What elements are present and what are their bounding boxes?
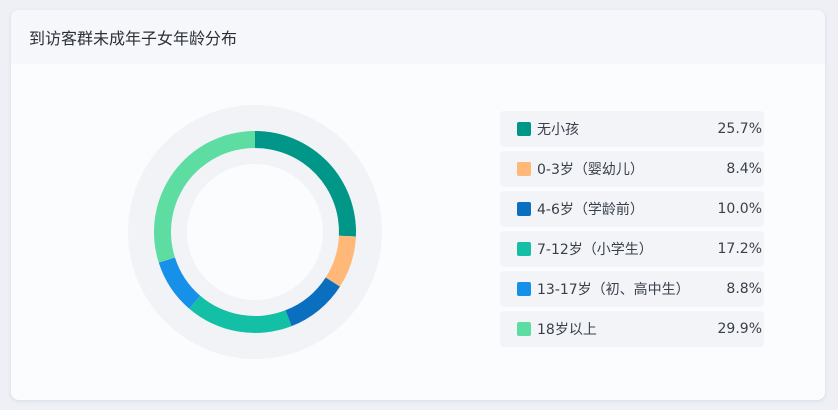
legend-value: 8.8% bbox=[726, 281, 762, 297]
donut-inner-ring bbox=[171, 148, 339, 316]
legend-label: 4-6岁（学龄前） bbox=[537, 202, 644, 218]
card-header: 到访客群未成年子女年龄分布 bbox=[11, 10, 825, 64]
legend-item[interactable]: 0-3岁（婴幼儿） 8.4% bbox=[500, 151, 764, 187]
card-title: 到访客群未成年子女年龄分布 bbox=[29, 29, 238, 48]
legend-value: 17.2% bbox=[717, 241, 762, 257]
legend-swatch bbox=[517, 202, 531, 216]
legend-value: 29.9% bbox=[717, 321, 762, 337]
donut-chart bbox=[127, 104, 383, 360]
legend-label: 18岁以上 bbox=[537, 322, 597, 338]
legend-label: 7-12岁（小学生） bbox=[537, 242, 653, 258]
legend-label: 0-3岁（婴幼儿） bbox=[537, 162, 644, 178]
legend-item[interactable]: 18岁以上 29.9% bbox=[500, 311, 764, 347]
chart-card: 到访客群未成年子女年龄分布 无小孩 25.7% 0-3岁（婴幼儿） 8.4% 4-6岁（… bbox=[11, 10, 825, 400]
chart-legend: 无小孩 25.7% 0-3岁（婴幼儿） 8.4% 4-6岁（学龄前） 10.0% 7-12岁… bbox=[500, 111, 764, 351]
legend-swatch bbox=[517, 242, 531, 256]
legend-label: 13-17岁（初、高中生） bbox=[537, 282, 690, 298]
legend-swatch bbox=[517, 162, 531, 176]
legend-item[interactable]: 4-6岁（学龄前） 10.0% bbox=[500, 191, 764, 227]
legend-label: 无小孩 bbox=[537, 122, 579, 138]
legend-value: 25.7% bbox=[717, 121, 762, 137]
legend-swatch bbox=[517, 282, 531, 296]
legend-item[interactable]: 7-12岁（小学生） 17.2% bbox=[500, 231, 764, 267]
donut-chart-svg bbox=[128, 105, 382, 359]
legend-swatch bbox=[517, 322, 531, 336]
legend-value: 10.0% bbox=[717, 201, 762, 217]
legend-item[interactable]: 无小孩 25.7% bbox=[500, 111, 764, 147]
legend-item[interactable]: 13-17岁（初、高中生） 8.8% bbox=[500, 271, 764, 307]
legend-swatch bbox=[517, 122, 531, 136]
legend-value: 8.4% bbox=[726, 161, 762, 177]
